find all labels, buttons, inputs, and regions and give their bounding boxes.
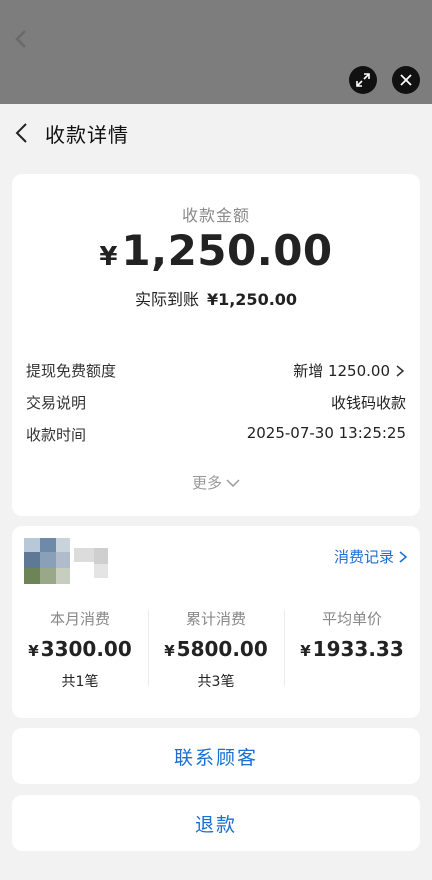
customer-card: 消费记录 本月消费 ¥3300.00 共1笔 累计消费 ¥5800.00 共3笔… bbox=[12, 526, 420, 718]
background-overlay bbox=[0, 0, 432, 104]
payment-summary-card: 收款金额 ¥1,250.00 实际到账 ¥1,250.00 提现免费额度 新增 1… bbox=[12, 174, 420, 516]
detail-value: 新增 1250.00 bbox=[293, 362, 390, 380]
received-value: ¥1,250.00 bbox=[206, 290, 298, 309]
stat-value: ¥1933.33 bbox=[300, 637, 404, 661]
chevron-right-icon bbox=[396, 364, 405, 377]
records-label: 消费记录 bbox=[333, 548, 394, 566]
stat-total: 累计消费 ¥5800.00 共3笔 bbox=[148, 608, 284, 691]
detail-sheet: 收款详情 收款金额 ¥1,250.00 实际到账 ¥1,250.00 提现免费额度… bbox=[0, 104, 432, 880]
refund-button[interactable]: 退款 bbox=[12, 795, 420, 851]
received-label: 实际到账 bbox=[134, 290, 199, 309]
amount-label: 收款金额 bbox=[181, 206, 250, 225]
detail-row-quota[interactable]: 提现免费额度 新增 1250.00 bbox=[26, 360, 406, 384]
page-title: 收款详情 bbox=[45, 123, 129, 147]
stat-value: ¥5800.00 bbox=[164, 637, 268, 661]
expand-button[interactable] bbox=[349, 66, 377, 94]
amount-value: 1,250.00 bbox=[121, 226, 333, 275]
header: 收款详情 bbox=[0, 104, 432, 164]
close-button[interactable] bbox=[392, 66, 420, 94]
detail-value: 收钱码收款 bbox=[330, 394, 406, 412]
stat-count: 共1笔 bbox=[61, 674, 99, 690]
stat-label: 累计消费 bbox=[185, 610, 246, 628]
received-amount: 实际到账 ¥1,250.00 bbox=[12, 286, 420, 310]
stat-count: 共3笔 bbox=[197, 674, 235, 690]
expand-icon bbox=[356, 73, 370, 87]
more-label: 更多 bbox=[191, 474, 222, 492]
purchase-records-link[interactable]: 消费记录 bbox=[334, 546, 408, 567]
detail-label: 收款时间 bbox=[26, 426, 87, 444]
stat-monthly: 本月消费 ¥3300.00 共1笔 bbox=[12, 608, 148, 691]
close-icon bbox=[400, 74, 412, 86]
chevron-down-icon bbox=[226, 478, 240, 487]
stat-value: ¥3300.00 bbox=[28, 637, 132, 661]
background-back-icon bbox=[10, 28, 32, 50]
contact-customer-button[interactable]: 联系顾客 bbox=[12, 728, 420, 784]
detail-row-time: 收款时间 2025-07-30 13:25:25 bbox=[26, 424, 406, 448]
back-button[interactable] bbox=[12, 122, 32, 144]
amount: ¥1,250.00 bbox=[12, 226, 420, 275]
stat-average: 平均单价 ¥1933.33 bbox=[284, 608, 420, 671]
chevron-right-icon bbox=[399, 550, 408, 563]
stat-label: 本月消费 bbox=[49, 610, 110, 628]
customer-avatar bbox=[24, 538, 120, 584]
detail-label: 提现免费额度 bbox=[26, 362, 117, 380]
stat-label: 平均单价 bbox=[321, 610, 382, 628]
detail-row-description: 交易说明 收钱码收款 bbox=[26, 392, 406, 416]
detail-value: 2025-07-30 13:25:25 bbox=[246, 424, 406, 442]
detail-label: 交易说明 bbox=[26, 394, 87, 412]
back-icon bbox=[15, 123, 27, 143]
amount-currency: ¥ bbox=[99, 242, 118, 272]
more-toggle[interactable]: 更多 bbox=[12, 472, 420, 493]
